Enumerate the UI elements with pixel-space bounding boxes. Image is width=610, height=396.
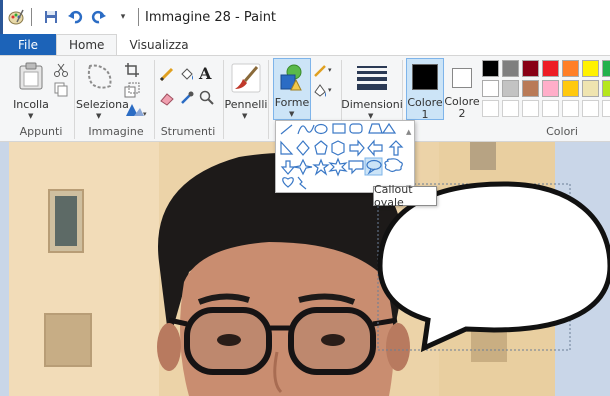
brushes-label: Pennelli bbox=[224, 98, 268, 111]
copy-icon[interactable] bbox=[53, 81, 69, 97]
select-icon bbox=[87, 64, 112, 89]
group-separator bbox=[268, 60, 269, 139]
pencil-icon[interactable] bbox=[159, 66, 175, 82]
clipboard-icon bbox=[19, 62, 43, 90]
brush-icon bbox=[231, 63, 261, 93]
oval-callout-shape[interactable] bbox=[374, 180, 610, 396]
palette-custom-slot[interactable] bbox=[602, 100, 610, 117]
titlebar-separator bbox=[31, 8, 32, 26]
paste-dropdown-icon: ▼ bbox=[28, 112, 34, 120]
ribbon-tabs: File Home Visualizza bbox=[0, 34, 610, 55]
palette-custom-slot[interactable] bbox=[522, 100, 539, 117]
shapes-icon bbox=[280, 64, 302, 91]
shapes-dropdown-icon: ▼ bbox=[289, 110, 295, 118]
palette-custom-slot[interactable] bbox=[562, 100, 579, 117]
paste-button[interactable]: Incolla ▼ bbox=[13, 60, 49, 120]
group-label-image: Immagine bbox=[88, 125, 144, 138]
titlebar-separator-2 bbox=[138, 8, 139, 26]
palette-swatch[interactable] bbox=[522, 80, 539, 97]
eraser-icon[interactable] bbox=[159, 90, 175, 106]
shapes-label: Forme bbox=[274, 96, 310, 109]
color2-swatch bbox=[452, 68, 472, 88]
fill-icon[interactable] bbox=[179, 66, 195, 82]
window-title: Immagine 28 - Paint bbox=[145, 9, 277, 25]
size-button[interactable]: Dimensioni ▼ bbox=[341, 60, 403, 120]
palette-swatch[interactable] bbox=[602, 60, 610, 77]
palette-custom-slot[interactable] bbox=[502, 100, 519, 117]
svg-text:▾: ▾ bbox=[143, 110, 147, 118]
quick-access-toolbar: ▾ bbox=[3, 0, 145, 34]
palette-swatch[interactable] bbox=[522, 60, 539, 77]
svg-text:▾: ▾ bbox=[328, 86, 332, 94]
title-bar: ▾ Immagine 28 - Paint bbox=[0, 0, 610, 34]
palette-swatch[interactable] bbox=[582, 60, 599, 77]
tab-home[interactable]: Home bbox=[56, 34, 118, 55]
brushes-button[interactable]: Pennelli ▼ bbox=[225, 60, 267, 120]
palette-swatch[interactable] bbox=[482, 60, 499, 77]
redo-icon[interactable] bbox=[88, 6, 110, 28]
palette-custom-slot[interactable] bbox=[542, 100, 559, 117]
paint-app-icon[interactable] bbox=[5, 6, 27, 28]
palette-swatch[interactable] bbox=[482, 80, 499, 97]
color1-button[interactable]: Colore 1 bbox=[406, 58, 444, 121]
size-dropdown-icon: ▼ bbox=[368, 112, 374, 120]
palette-custom-slot[interactable] bbox=[582, 100, 599, 117]
group-label-clipboard: Appunti bbox=[19, 125, 63, 138]
color-picker-icon[interactable] bbox=[179, 90, 195, 106]
svg-text:▲: ▲ bbox=[406, 128, 412, 136]
crop-icon[interactable] bbox=[124, 62, 140, 78]
line-size-icon bbox=[357, 64, 387, 90]
select-dropdown-icon: ▼ bbox=[96, 112, 102, 120]
brushes-dropdown-icon: ▼ bbox=[242, 112, 248, 120]
palette-custom-slot[interactable] bbox=[482, 100, 499, 117]
palette-swatch[interactable] bbox=[502, 80, 519, 97]
palette-swatch[interactable] bbox=[502, 60, 519, 77]
resize-icon[interactable] bbox=[124, 82, 140, 98]
palette-swatch[interactable] bbox=[562, 80, 579, 97]
palette-swatch[interactable] bbox=[542, 60, 559, 77]
color2-button[interactable]: Colore 2 bbox=[444, 58, 480, 120]
group-label-tools: Strumenti bbox=[160, 125, 216, 138]
text-icon[interactable]: A bbox=[199, 64, 215, 83]
paste-label: Incolla bbox=[13, 98, 49, 111]
color1-swatch bbox=[412, 64, 438, 90]
save-icon[interactable] bbox=[40, 6, 62, 28]
shapes-button[interactable]: Forme ▼ bbox=[273, 58, 311, 120]
color-palette bbox=[482, 60, 610, 122]
magnifier-icon[interactable] bbox=[199, 90, 215, 106]
select-button[interactable]: Seleziona ▼ bbox=[76, 60, 129, 120]
tab-view[interactable]: Visualizza bbox=[117, 34, 200, 55]
group-separator bbox=[154, 60, 155, 139]
palette-swatch[interactable] bbox=[582, 80, 599, 97]
cut-icon[interactable] bbox=[53, 62, 69, 78]
customize-toolbar-chevron-icon[interactable]: ▾ bbox=[112, 6, 134, 28]
size-label: Dimensioni bbox=[341, 98, 403, 111]
undo-icon[interactable] bbox=[64, 6, 86, 28]
palette-swatch[interactable] bbox=[602, 80, 610, 97]
palette-swatch[interactable] bbox=[562, 60, 579, 77]
group-separator bbox=[74, 60, 75, 139]
color2-number: 2 bbox=[458, 107, 466, 120]
group-label-colors: Colori bbox=[546, 125, 578, 138]
outline-icon[interactable]: ▾ bbox=[313, 62, 337, 78]
rotate-icon[interactable]: ▾ bbox=[124, 102, 148, 118]
palette-swatch[interactable] bbox=[542, 80, 559, 97]
svg-text:▾: ▾ bbox=[328, 66, 332, 74]
fill-style-icon[interactable]: ▾ bbox=[313, 82, 337, 98]
select-label: Seleziona bbox=[76, 98, 129, 111]
shape-tooltip: Callout ovale bbox=[373, 183, 437, 209]
tab-file[interactable]: File bbox=[0, 34, 56, 55]
